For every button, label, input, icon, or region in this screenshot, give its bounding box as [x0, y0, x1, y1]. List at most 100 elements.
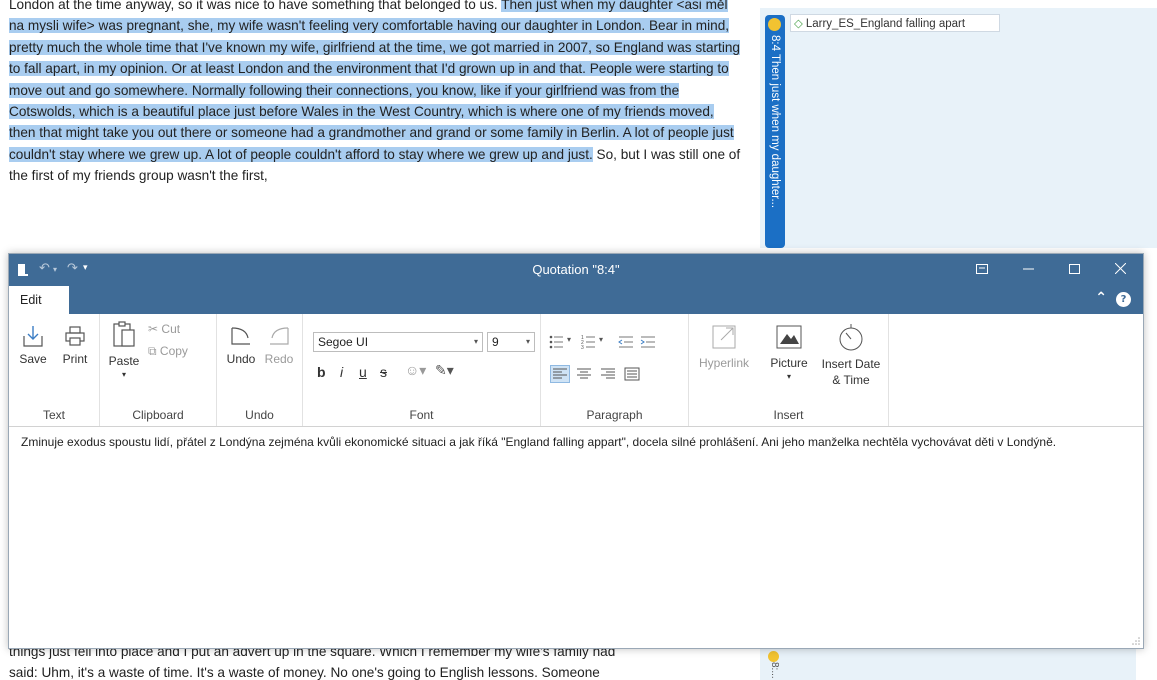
align-right-icon[interactable]	[599, 366, 617, 382]
picture-dropdown-icon[interactable]: ▾	[761, 372, 817, 381]
bold-button[interactable]: b	[317, 364, 326, 380]
margin-area	[760, 8, 1157, 248]
document-text[interactable]: London at the time anyway, so it was nic…	[9, 0, 741, 187]
save-icon	[23, 326, 43, 347]
redo-button[interactable]: Redo	[261, 324, 297, 366]
scissors-icon: ✂	[148, 322, 159, 336]
comment-text[interactable]: Zminuje exodus spoustu lidí, přátel z Lo…	[21, 434, 1129, 451]
justify-icon[interactable]	[623, 366, 641, 382]
tab-edit[interactable]: Edit	[9, 286, 69, 314]
save-label: Save	[19, 352, 47, 366]
bullet-list-icon[interactable]	[549, 334, 567, 350]
numbered-list-dropdown-icon[interactable]: ▾	[599, 335, 603, 344]
insert-time-label: & Time	[832, 373, 870, 387]
group-label-paragraph: Paragraph	[586, 408, 643, 422]
highlight-pen-icon[interactable]: ✎▾	[435, 362, 454, 379]
print-icon	[65, 326, 85, 346]
picture-icon	[776, 325, 802, 349]
print-label: Print	[62, 352, 88, 366]
margin-area-bottom	[760, 648, 1136, 680]
group-label-clipboard: Clipboard	[132, 408, 184, 422]
increase-indent-icon[interactable]	[639, 334, 657, 350]
undo-label: Undo	[226, 352, 256, 366]
font-size-value: 9	[492, 335, 499, 349]
code-label: Larry_ES_England falling apart	[805, 18, 966, 30]
hyperlink-label: Hyperlink	[698, 356, 749, 370]
cut-label: Cut	[161, 322, 181, 336]
group-label-font: Font	[409, 408, 434, 422]
comment-editor[interactable]: Zminuje exodus spoustu lidí, přátel z Lo…	[9, 427, 1143, 648]
paste-dropdown-icon[interactable]: ▾	[104, 370, 144, 379]
font-color-icon[interactable]: ☺▾	[405, 362, 426, 379]
ribbon-group-text: Save Print Text	[9, 314, 100, 426]
code-diamond-icon: ◇	[794, 18, 803, 30]
collapse-ribbon-icon[interactable]: ⌃	[1095, 290, 1107, 306]
minimize-icon	[1022, 268, 1034, 270]
quotation-icon	[768, 18, 781, 31]
ribbon-group-clipboard: Paste ▾ ✂ Cut ⧉ Copy Clipboard	[100, 314, 217, 426]
maximize-icon	[1068, 264, 1080, 274]
paste-button[interactable]: Paste ▾	[104, 320, 144, 379]
copy-label: Copy	[159, 344, 188, 358]
group-label-undo: Undo	[245, 408, 274, 422]
picture-button[interactable]: Picture ▾	[761, 322, 817, 381]
help-icon[interactable]: ?	[1116, 292, 1131, 307]
insert-date-label: Insert Date	[821, 357, 881, 371]
strikethrough-button[interactable]: s	[380, 364, 387, 380]
font-family-value: Segoe UI	[318, 335, 369, 349]
hyperlink-icon	[712, 325, 736, 349]
ribbon-tabbar: Edit ⌃ ?	[9, 286, 1143, 314]
copy-button[interactable]: ⧉ Copy	[148, 344, 188, 359]
font-family-combo[interactable]: Segoe UI ▾	[313, 332, 483, 352]
svg-text:3: 3	[581, 345, 584, 350]
numbered-list-icon[interactable]: 123	[581, 334, 599, 350]
stopwatch-icon	[839, 324, 863, 351]
dialog-titlebar[interactable]: ↶ ▾ ↷ ▾ Quotation "8:4"	[9, 254, 1143, 286]
cut-button[interactable]: ✂ Cut	[148, 322, 180, 336]
decrease-indent-icon[interactable]	[617, 334, 635, 350]
minimize-button[interactable]	[1005, 254, 1051, 286]
document-text-plain: London at the time anyway, so it was nic…	[9, 0, 502, 12]
document-line: said: Uhm, it's a waste of time. It's a …	[9, 665, 600, 680]
chevron-down-icon: ▾	[473, 337, 478, 346]
picture-label: Picture	[770, 356, 808, 370]
quotation-margin-bar-next[interactable]: 8:...	[765, 650, 785, 680]
code-tag[interactable]: ◇ Larry_ES_England falling apart	[790, 14, 1000, 32]
close-button[interactable]	[1097, 254, 1143, 286]
undo-button[interactable]: Undo	[223, 324, 259, 366]
paste-icon	[113, 321, 135, 347]
paste-label: Paste	[108, 354, 140, 368]
quotation-margin-bar[interactable]: 8:4 Then just when my daughter...	[765, 15, 785, 248]
bullet-list-dropdown-icon[interactable]: ▾	[567, 335, 571, 344]
align-left-icon[interactable]	[550, 365, 570, 383]
print-button[interactable]: Print	[57, 324, 93, 366]
quotation-margin-label-next: 8:...	[769, 662, 780, 679]
group-label-insert: Insert	[773, 408, 804, 422]
quotation-highlight[interactable]: Then just when my daughter <asi měl na m…	[9, 0, 740, 162]
chevron-down-icon: ▾	[525, 337, 530, 346]
close-icon	[1114, 262, 1126, 275]
restore-layout-button[interactable]	[959, 254, 1005, 286]
ribbon: Save Print Text Paste ▾ ✂ Cut ⧉ Copy Cli…	[9, 314, 1143, 427]
insert-date-time-button[interactable]: Insert Date & Time	[819, 322, 883, 388]
ribbon-group-paragraph: ▾ 123 ▾ Paragraph	[541, 314, 689, 426]
quotation-dialog: ↶ ▾ ↷ ▾ Quotation "8:4" Edit ⌃ ? Save Pr…	[8, 253, 1144, 649]
redo-label: Redo	[264, 352, 294, 366]
group-label-text: Text	[42, 408, 65, 422]
layout-icon	[976, 264, 988, 274]
maximize-button[interactable]	[1051, 254, 1097, 286]
copy-icon: ⧉	[148, 344, 157, 358]
ribbon-group-undo: Undo Redo Undo	[217, 314, 303, 426]
undo-icon	[231, 327, 250, 345]
ribbon-group-insert: Hyperlink Picture ▾ Insert Date & Time I…	[689, 314, 889, 426]
italic-button[interactable]: i	[340, 364, 343, 380]
ribbon-group-font: Segoe UI ▾ 9 ▾ b i u s ☺▾ ✎▾ Font	[303, 314, 541, 426]
redo-icon	[270, 327, 289, 345]
save-button[interactable]: Save	[15, 324, 51, 366]
font-size-combo[interactable]: 9 ▾	[487, 332, 535, 352]
quotation-margin-label: 8:4 Then just when my daughter...	[769, 35, 781, 209]
underline-button[interactable]: u	[359, 364, 367, 380]
align-center-icon[interactable]	[575, 366, 593, 382]
resize-grip-icon[interactable]	[1131, 636, 1141, 646]
hyperlink-button[interactable]: Hyperlink	[693, 322, 755, 370]
